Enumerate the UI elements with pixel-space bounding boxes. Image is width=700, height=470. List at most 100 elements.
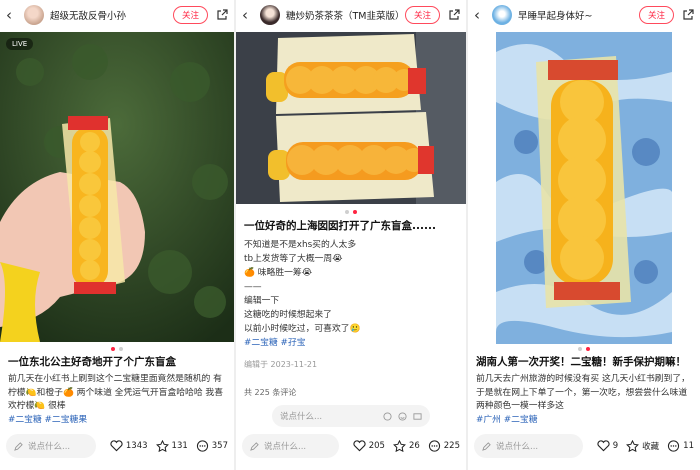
two-candies-photo <box>236 32 466 204</box>
at-icon[interactable] <box>383 411 392 421</box>
carousel-dot <box>586 347 590 351</box>
post-tags[interactable]: #广州 #二宝糖 <box>476 415 538 425</box>
comment-count: 357 <box>211 441 228 451</box>
post-tags[interactable]: #二宝糖 #二宝糖果 <box>8 415 87 425</box>
like-count: 9 <box>612 441 619 451</box>
post-title: 湖南人第一次开奖！二宝糖！新手保护期嘛！ <box>476 356 686 368</box>
post-panel-1: ‹ 超级无敌反骨小孙 关注 LIVE 一位东北公主好奇地开了个广东盲盒 前几天在… <box>0 0 234 470</box>
follow-button[interactable]: 关注 <box>404 6 440 24</box>
favorite-button[interactable]: 131 <box>155 440 188 452</box>
bottom-bar: 说点什么... 1343 131 357 <box>6 434 228 458</box>
post-body-line: 编辑一下 <box>244 296 280 307</box>
heart-icon <box>597 440 610 452</box>
back-arrow-icon[interactable]: ‹ <box>474 7 488 23</box>
share-icon[interactable] <box>682 9 694 21</box>
post-header: ‹ 超级无敌反骨小孙 关注 <box>0 0 234 30</box>
follow-button[interactable]: 关注 <box>172 6 208 24</box>
comment-bubble-icon <box>668 440 680 452</box>
post-body: 前几天去广州旅游的时候没有买 这几天小红书刷到了，于是就在网上下单了一个，第一次… <box>476 373 694 428</box>
comment-count: 11 <box>683 441 694 451</box>
post-panel-2: ‹ 糖炒奶茶茶茶（TM韭菜版） 关注 一位好奇的上海囡囡打开了广东盲盒.....… <box>236 0 466 470</box>
avatar[interactable] <box>24 5 44 25</box>
comment-bubble-icon <box>428 440 440 452</box>
carousel-dot <box>578 347 582 351</box>
post-header: ‹ 糖炒奶茶茶茶（TM韭菜版） 关注 <box>236 0 466 30</box>
author-name[interactable]: 早睡早起身体好~ <box>518 8 639 22</box>
post-title: 一位好奇的上海囡囡打开了广东盲盒...... <box>244 220 436 232</box>
post-image[interactable] <box>496 32 672 344</box>
carousel-dot <box>353 210 357 214</box>
favorite-count: 26 <box>408 441 420 451</box>
carousel-dot <box>119 347 123 351</box>
post-body-line: 不知道是不是xhs买的人太多 <box>244 240 357 250</box>
post-body-line: 这糖吃的时候想起来了 <box>244 310 332 321</box>
post-body: 前几天在小红书上刷到这个二宝糖里面竟然是随机的 有柠檬🍋和橙子🍊 两个味道 全凭… <box>8 373 228 428</box>
carousel-dot <box>111 347 115 351</box>
comment-placeholder: 说点什么... <box>280 412 323 422</box>
comment-button[interactable]: 11 <box>667 440 694 452</box>
post-body-line: 🍊 味略胜一筹😭 <box>244 268 313 279</box>
emoji-icon[interactable] <box>398 411 407 421</box>
bottom-bar: 说点什么... 205 26 225 <box>242 434 460 458</box>
comment-input[interactable]: 说点什么... <box>474 434 583 458</box>
post-body-text: 前几天去广州旅游的时候没有买 这几天小红书刷到了，于是就在网上下单了一个，第一次… <box>476 374 690 412</box>
live-badge: LIVE <box>6 38 34 50</box>
like-count: 1343 <box>125 441 148 451</box>
comment-count: 225 <box>443 441 460 451</box>
carousel-dot <box>345 210 349 214</box>
star-icon <box>392 440 406 452</box>
comment-button[interactable]: 225 <box>428 440 460 452</box>
pencil-icon <box>14 441 23 451</box>
back-arrow-icon[interactable]: ‹ <box>242 7 256 23</box>
share-icon[interactable] <box>216 9 228 21</box>
post-tags[interactable]: #二宝糖 #孖宝 <box>244 336 460 350</box>
post-body-line: —— <box>244 282 262 293</box>
comment-placeholder: 说点什么... <box>496 442 539 452</box>
hand-holding-candy-photo <box>0 32 234 342</box>
favorite-button[interactable]: 26 <box>392 440 420 452</box>
author-name[interactable]: 糖炒奶茶茶茶（TM韭菜版） <box>286 8 405 22</box>
favorite-count: 131 <box>171 441 188 451</box>
heart-icon <box>353 440 366 452</box>
back-arrow-icon[interactable]: ‹ <box>6 7 20 23</box>
comment-input-inline[interactable]: 说点什么... <box>272 405 430 427</box>
follow-button[interactable]: 关注 <box>638 6 674 24</box>
post-image[interactable]: LIVE <box>0 32 234 342</box>
post-panel-3: ‹ 早睡早起身体好~ 关注 湖南人第一次开奖！二宝糖！新手保护期嘛！ 前几天去广… <box>468 0 700 470</box>
star-icon <box>626 440 640 452</box>
favorite-button[interactable]: 收藏 <box>626 440 659 452</box>
heart-icon <box>110 440 123 452</box>
post-header: ‹ 早睡早起身体好~ 关注 <box>468 0 700 30</box>
like-button[interactable]: 9 <box>597 440 618 452</box>
comment-input[interactable]: 说点什么... <box>242 434 339 458</box>
post-body-line: 以前小时候吃过，可喜欢了🥲 <box>244 324 361 335</box>
comment-input[interactable]: 说点什么... <box>6 434 96 458</box>
comment-bubble-icon <box>196 440 208 452</box>
carousel-dots <box>236 210 466 214</box>
post-body-line: tb上发货等了大概一周😭 <box>244 254 343 265</box>
comment-tools <box>383 411 422 421</box>
pencil-icon <box>250 441 259 451</box>
bottom-bar: 说点什么... 9 收藏 11 <box>474 434 694 458</box>
like-button[interactable]: 1343 <box>110 440 148 452</box>
avatar[interactable] <box>492 5 512 25</box>
post-image[interactable] <box>236 32 466 204</box>
pencil-icon <box>482 441 491 451</box>
carousel-dots <box>0 347 234 351</box>
comment-count-label: 共 225 条评论 <box>244 388 297 397</box>
share-icon[interactable] <box>448 9 460 21</box>
comment-placeholder: 说点什么... <box>28 442 71 452</box>
like-count: 205 <box>368 441 385 451</box>
author-name[interactable]: 超级无敌反骨小孙 <box>50 8 173 22</box>
like-button[interactable]: 205 <box>353 440 385 452</box>
candy-on-blanket-photo <box>496 32 672 344</box>
post-date: 编辑于 2023-11-21 <box>244 360 318 369</box>
comment-button[interactable]: 357 <box>196 440 228 452</box>
star-icon <box>155 440 169 452</box>
post-title: 一位东北公主好奇地开了个广东盲盒 <box>8 356 176 368</box>
post-body-text: 前几天在小红书上刷到这个二宝糖里面竟然是随机的 有柠檬🍋和橙子🍊 两个味道 全凭… <box>8 374 224 412</box>
avatar[interactable] <box>260 5 280 25</box>
post-body: 不知道是不是xhs买的人太多 tb上发货等了大概一周😭 🍊 味略胜一筹😭 —— … <box>244 238 460 351</box>
favorite-label: 收藏 <box>642 442 660 452</box>
image-icon[interactable] <box>413 412 422 421</box>
